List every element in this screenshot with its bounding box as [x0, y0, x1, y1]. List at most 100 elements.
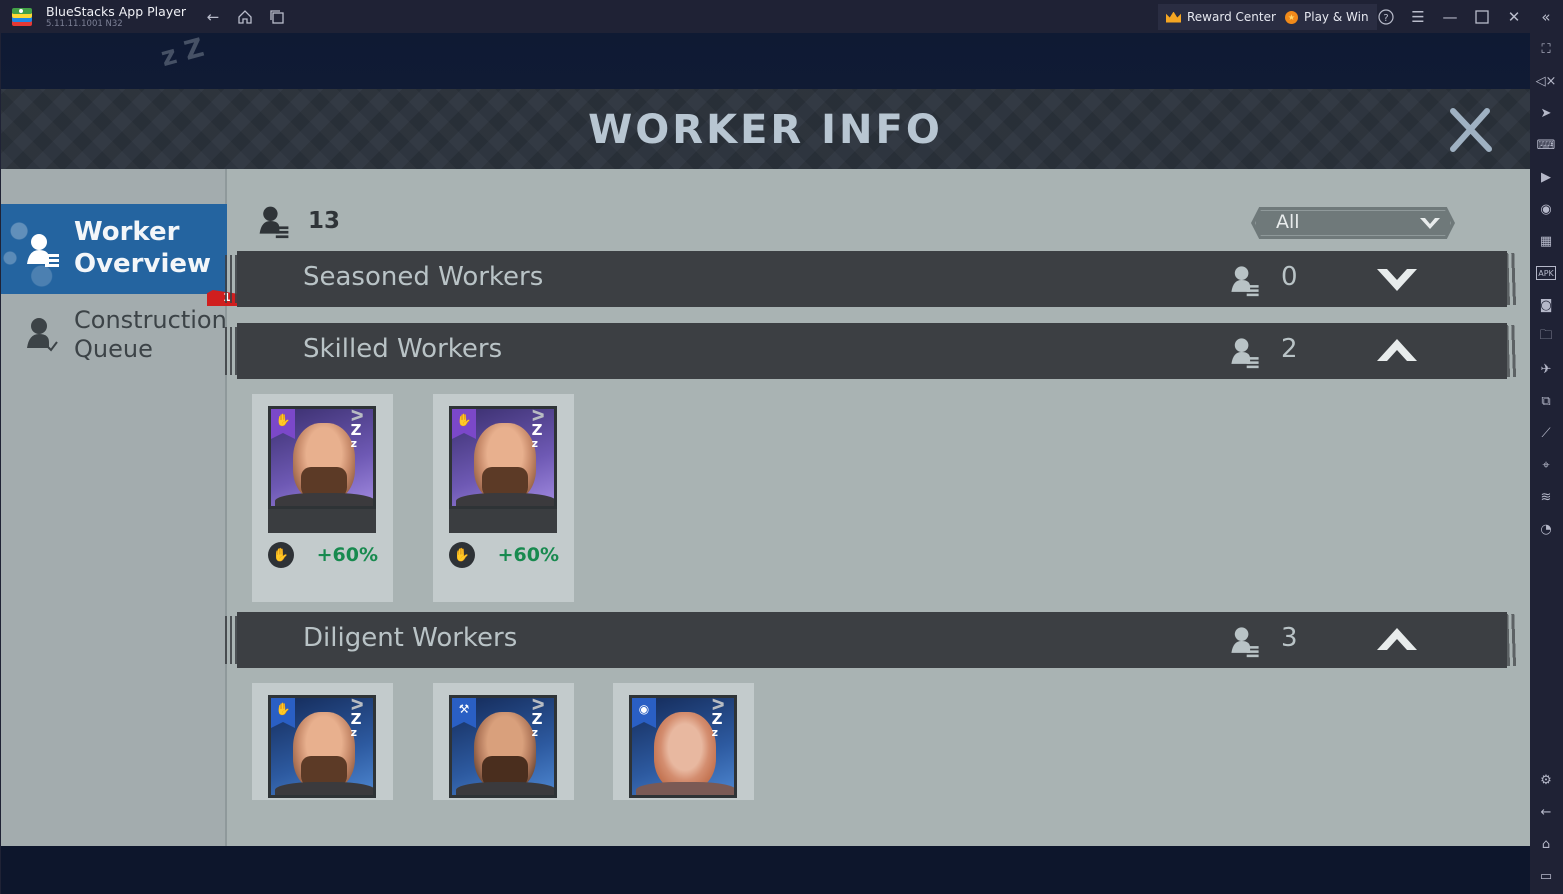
airplane-mode-icon[interactable]: ✈ [1536, 359, 1556, 379]
right-sidebar: ⛶ ◁× ➤ ⌨ ▶ ◉ ▦ APK ◙ 🗀 ✈ ⧉ ⟋ ⌖ ≋ ◔ ⚙ ← ⌂… [1530, 33, 1563, 894]
crown-icon [1166, 11, 1181, 23]
location-icon[interactable]: ⌖ [1536, 455, 1556, 475]
worker-card[interactable]: ✋ ᐳZz ✋ +60% [252, 394, 393, 602]
play-win-button[interactable]: ★ Play & Win [1277, 4, 1377, 30]
worker-list-icon [27, 234, 59, 267]
page-title: WORKER INFO [588, 107, 943, 153]
section-count: 0 [1281, 262, 1298, 292]
close-icon[interactable]: ✕ [1504, 7, 1524, 27]
pointer-icon[interactable]: ➤ [1536, 103, 1556, 123]
game-controls-icon[interactable]: ▦ [1536, 231, 1556, 251]
menu-icon[interactable]: ☰ [1408, 7, 1428, 27]
sleep-zz-decoration: z Z [157, 33, 208, 74]
worker-info-panel: Worker Overview Construction Queue 13 Al… [1, 169, 1530, 846]
sleeping-icon: ᐳZz [711, 696, 725, 739]
worker-card[interactable]: ⚒ ᐳZz [433, 683, 574, 800]
svg-text:?: ? [1383, 13, 1388, 24]
help-icon[interactable]: ? [1376, 7, 1396, 27]
sleeping-icon: ᐳZz [350, 696, 364, 739]
skill-bonus: +60% [316, 544, 378, 566]
section-seasoned-workers[interactable]: Seasoned Workers 0 [225, 251, 1517, 307]
bluestacks-logo-icon [12, 8, 32, 26]
eco-mode-icon[interactable]: ◔ [1536, 519, 1556, 539]
collapse-chevron-icon[interactable] [1375, 626, 1419, 654]
worker-nameplate [268, 509, 376, 533]
layers-icon[interactable]: ≋ [1536, 487, 1556, 507]
fullscreen-icon[interactable]: ⛶ [1536, 39, 1556, 59]
worker-count-icon [1231, 338, 1259, 369]
worker-card[interactable]: ✋ ᐳZz [252, 683, 393, 800]
side-tabs: Worker Overview Construction Queue 1 [1, 169, 255, 846]
app-version: 5.11.11.1001 N32 [46, 19, 123, 29]
app-name: BlueStacks App Player [46, 4, 187, 19]
tab-construction-queue-label: Construction Queue [74, 306, 227, 363]
worker-face [654, 712, 716, 790]
skill-bonus: +60% [497, 544, 559, 566]
reward-center-button[interactable]: Reward Center [1158, 4, 1284, 30]
tab-construction-queue[interactable]: Construction Queue [1, 304, 227, 374]
expand-chevron-icon[interactable] [1375, 265, 1419, 293]
worker-portrait: ✋ ᐳZz [268, 695, 376, 798]
title-bar: BlueStacks App Player 5.11.11.1001 N32 ←… [0, 0, 1563, 33]
maximize-icon[interactable] [1472, 7, 1492, 27]
chevron-down-icon [1420, 218, 1440, 229]
section-count: 2 [1281, 334, 1298, 364]
folder-icon[interactable]: 🗀 [1536, 327, 1556, 347]
section-title: Diligent Workers [303, 623, 518, 653]
build-skill-icon: ✋ [268, 542, 294, 568]
collapse-chevron-icon[interactable] [1375, 337, 1419, 365]
worker-card[interactable]: ✋ ᐳZz ✋ +60% [433, 394, 574, 602]
builder-role-icon: ✋ [271, 409, 295, 439]
play-win-label: Play & Win [1304, 10, 1369, 24]
sleeping-icon: ᐳZz [531, 696, 545, 739]
shake-icon[interactable]: ⟋ [1536, 423, 1556, 443]
recent-apps-icon[interactable] [267, 7, 287, 27]
home-icon[interactable] [235, 7, 255, 27]
worker-nameplate [449, 509, 557, 533]
construction-worker-icon [27, 318, 58, 352]
tab-worker-overview[interactable]: Worker Overview [1, 204, 227, 294]
worker-portrait: ◉ ᐳZz [629, 695, 737, 798]
android-back-icon[interactable]: ← [1536, 802, 1556, 822]
game-viewport: z Z WORKER INFO Worker Overview Construc… [1, 33, 1530, 894]
apk-install-icon[interactable]: APK [1536, 266, 1556, 280]
scout-role-icon: ◉ [632, 698, 656, 728]
worker-count-icon [1231, 266, 1259, 297]
section-count: 3 [1281, 623, 1298, 653]
rotate-sync-icon[interactable]: ◉ [1536, 199, 1556, 219]
builder-role-icon: ✋ [271, 698, 295, 728]
coin-icon: ★ [1285, 10, 1298, 24]
worker-card[interactable]: ◉ ᐳZz [613, 683, 754, 800]
sleeping-icon: ᐳZz [350, 407, 364, 450]
android-recent-icon[interactable]: ▭ [1536, 866, 1556, 886]
filter-selected-value: All [1276, 211, 1300, 233]
section-diligent-workers[interactable]: Diligent Workers 3 [225, 612, 1517, 668]
keyboard-icon[interactable]: ⌨ [1536, 135, 1556, 155]
total-workers: 13 [256, 203, 340, 239]
hammer-role-icon: ⚒ [452, 698, 476, 728]
reward-center-label: Reward Center [1187, 10, 1276, 24]
android-home-icon[interactable]: ⌂ [1536, 834, 1556, 854]
screenshot-icon[interactable]: ◙ [1536, 295, 1556, 315]
sleeping-icon: ᐳZz [531, 407, 545, 450]
worker-portrait: ✋ ᐳZz [449, 406, 557, 509]
collapse-sidebar-icon[interactable]: « [1536, 7, 1556, 27]
settings-icon[interactable]: ⚙ [1536, 770, 1556, 790]
section-title: Skilled Workers [303, 334, 503, 364]
minimize-icon[interactable]: — [1440, 7, 1460, 27]
game-background [1, 846, 1530, 894]
multi-instance-icon[interactable]: ⧉ [1536, 391, 1556, 411]
build-skill-icon: ✋ [449, 542, 475, 568]
section-skilled-workers[interactable]: Skilled Workers 2 [225, 323, 1517, 379]
macro-play-icon[interactable]: ▶ [1536, 167, 1556, 187]
worker-count-icon [259, 206, 289, 239]
close-panel-button[interactable] [1445, 105, 1495, 155]
bluestacks-window: BlueStacks App Player 5.11.11.1001 N32 ←… [0, 0, 1563, 894]
tab-worker-overview-label: Worker Overview [74, 217, 212, 279]
worker-count-icon [1231, 627, 1259, 658]
volume-mute-icon[interactable]: ◁× [1536, 71, 1557, 91]
builder-role-icon: ✋ [452, 409, 476, 439]
filter-dropdown[interactable]: All [1251, 207, 1455, 239]
back-icon[interactable]: ← [203, 7, 223, 27]
worker-info-header: WORKER INFO [1, 89, 1530, 169]
